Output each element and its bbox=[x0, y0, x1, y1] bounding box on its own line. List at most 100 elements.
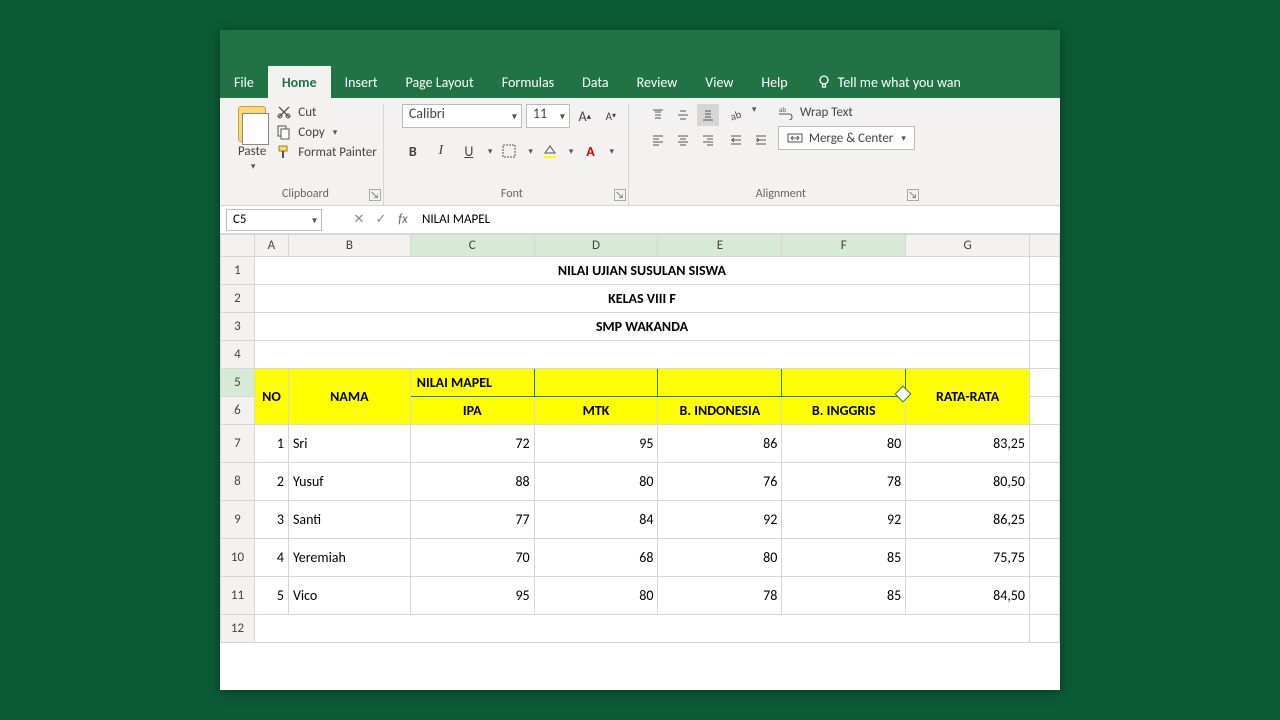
cell[interactable]: 84,50 bbox=[906, 577, 1030, 615]
row-header[interactable]: 3 bbox=[221, 313, 255, 341]
col-header[interactable]: B bbox=[288, 235, 410, 257]
cell[interactable]: 75,75 bbox=[906, 539, 1030, 577]
row-header[interactable]: 10 bbox=[221, 539, 255, 577]
cell[interactable]: 5 bbox=[254, 577, 288, 615]
italic-button[interactable]: I bbox=[430, 140, 452, 162]
cell[interactable]: 3 bbox=[254, 501, 288, 539]
row-header[interactable]: 1 bbox=[221, 257, 255, 285]
cell[interactable]: 95 bbox=[410, 577, 534, 615]
tab-tell-me[interactable]: Tell me what you wan bbox=[802, 66, 975, 98]
row-header[interactable]: 12 bbox=[221, 615, 255, 643]
row-header[interactable]: 5 bbox=[221, 369, 255, 397]
row-header[interactable]: 9 bbox=[221, 501, 255, 539]
alignment-launcher[interactable]: ↘ bbox=[907, 189, 919, 201]
col-header[interactable]: C bbox=[410, 235, 534, 257]
decrease-font-button[interactable]: A▾ bbox=[600, 105, 622, 127]
col-header[interactable]: E bbox=[658, 235, 782, 257]
tab-file[interactable]: File bbox=[220, 66, 268, 98]
cell[interactable]: 4 bbox=[254, 539, 288, 577]
cell[interactable]: Yeremiah bbox=[288, 539, 410, 577]
tab-data[interactable]: Data bbox=[568, 66, 622, 98]
header-bindo[interactable]: B. INDONESIA bbox=[658, 397, 782, 425]
cell[interactable]: 80,50 bbox=[906, 463, 1030, 501]
tab-formulas[interactable]: Formulas bbox=[488, 66, 568, 98]
tab-page-layout[interactable]: Page Layout bbox=[392, 66, 488, 98]
header-rata[interactable]: RATA-RATA bbox=[906, 369, 1030, 425]
empty-cell[interactable] bbox=[254, 341, 1029, 369]
tab-home[interactable]: Home bbox=[268, 66, 331, 98]
col-header[interactable]: D bbox=[534, 235, 658, 257]
cell[interactable]: 83,25 bbox=[906, 425, 1030, 463]
cell[interactable]: 86 bbox=[658, 425, 782, 463]
spreadsheet-grid[interactable]: A B C D E F G 1NILAI UJIAN SUSULAN SISWA… bbox=[220, 234, 1060, 690]
cell[interactable]: 80 bbox=[534, 463, 658, 501]
cell[interactable]: 85 bbox=[782, 539, 906, 577]
cell[interactable]: 78 bbox=[658, 577, 782, 615]
cell[interactable]: 68 bbox=[534, 539, 658, 577]
subtitle-cell[interactable]: KELAS VIII F bbox=[254, 285, 1029, 313]
decrease-indent-button[interactable] bbox=[725, 129, 747, 151]
border-button[interactable] bbox=[498, 140, 520, 162]
align-bottom-button[interactable] bbox=[697, 104, 719, 126]
cell[interactable]: 2 bbox=[254, 463, 288, 501]
cell[interactable]: 76 bbox=[658, 463, 782, 501]
tab-review[interactable]: Review bbox=[623, 66, 692, 98]
align-center-button[interactable] bbox=[672, 129, 694, 151]
header-nama[interactable]: NAMA bbox=[288, 369, 410, 425]
subtitle-cell[interactable]: SMP WAKANDA bbox=[254, 313, 1029, 341]
fill-color-button[interactable] bbox=[539, 140, 561, 162]
tab-insert[interactable]: Insert bbox=[331, 66, 392, 98]
selected-cell[interactable] bbox=[782, 369, 906, 397]
select-all-cell[interactable] bbox=[221, 235, 255, 257]
chevron-down-icon[interactable]: ▾ bbox=[488, 146, 493, 157]
header-bing[interactable]: B. INGGRIS bbox=[782, 397, 906, 425]
empty-cell[interactable] bbox=[254, 615, 1029, 643]
copy-button[interactable]: Copy ▾ bbox=[276, 124, 377, 140]
cell[interactable]: 78 bbox=[782, 463, 906, 501]
cell[interactable]: Vico bbox=[288, 577, 410, 615]
underline-button[interactable]: U bbox=[458, 140, 480, 162]
header-ipa[interactable]: IPA bbox=[410, 397, 534, 425]
align-top-button[interactable] bbox=[647, 104, 669, 126]
row-header[interactable]: 7 bbox=[221, 425, 255, 463]
fx-button[interactable]: fx bbox=[392, 212, 414, 227]
tab-view[interactable]: View bbox=[691, 66, 747, 98]
paste-button[interactable]: Paste ▾ bbox=[234, 104, 270, 174]
row-header[interactable]: 4 bbox=[221, 341, 255, 369]
cell[interactable]: 80 bbox=[658, 539, 782, 577]
cell[interactable]: 88 bbox=[410, 463, 534, 501]
clipboard-launcher[interactable]: ↘ bbox=[369, 189, 381, 201]
increase-font-button[interactable]: A▴ bbox=[574, 105, 596, 127]
selected-cell[interactable] bbox=[658, 369, 782, 397]
row-header[interactable]: 6 bbox=[221, 397, 255, 425]
enter-button[interactable]: ✓ bbox=[370, 212, 392, 227]
chevron-down-icon[interactable]: ▾ bbox=[569, 146, 574, 157]
cell[interactable]: 80 bbox=[534, 577, 658, 615]
row-header[interactable]: 8 bbox=[221, 463, 255, 501]
increase-indent-button[interactable] bbox=[750, 129, 772, 151]
format-painter-button[interactable]: Format Painter bbox=[276, 144, 377, 160]
col-header[interactable]: F bbox=[782, 235, 906, 257]
col-header[interactable] bbox=[1030, 235, 1060, 257]
cell[interactable]: 70 bbox=[410, 539, 534, 577]
cell[interactable]: 1 bbox=[254, 425, 288, 463]
cell[interactable]: 72 bbox=[410, 425, 534, 463]
orientation-button[interactable]: ab bbox=[725, 104, 747, 126]
cell[interactable]: 77 bbox=[410, 501, 534, 539]
cell[interactable]: 85 bbox=[782, 577, 906, 615]
font-color-button[interactable]: A bbox=[579, 140, 601, 162]
wrap-text-button[interactable]: ab Wrap Text bbox=[778, 104, 915, 120]
cancel-button[interactable]: ✕ bbox=[348, 212, 370, 227]
selected-cell[interactable] bbox=[534, 369, 658, 397]
cell[interactable]: 80 bbox=[782, 425, 906, 463]
chevron-down-icon[interactable]: ▾ bbox=[528, 146, 533, 157]
font-launcher[interactable]: ↘ bbox=[614, 189, 626, 201]
header-nilai-mapel[interactable]: NILAI MAPEL bbox=[410, 369, 534, 397]
cut-button[interactable]: Cut bbox=[276, 104, 377, 120]
merge-center-button[interactable]: Merge & Center ▾ bbox=[778, 126, 915, 150]
font-family-select[interactable]: Calibri bbox=[402, 104, 522, 128]
font-size-select[interactable]: 11 bbox=[526, 104, 570, 128]
cell[interactable]: Sri bbox=[288, 425, 410, 463]
cell[interactable]: 95 bbox=[534, 425, 658, 463]
cell[interactable]: 84 bbox=[534, 501, 658, 539]
